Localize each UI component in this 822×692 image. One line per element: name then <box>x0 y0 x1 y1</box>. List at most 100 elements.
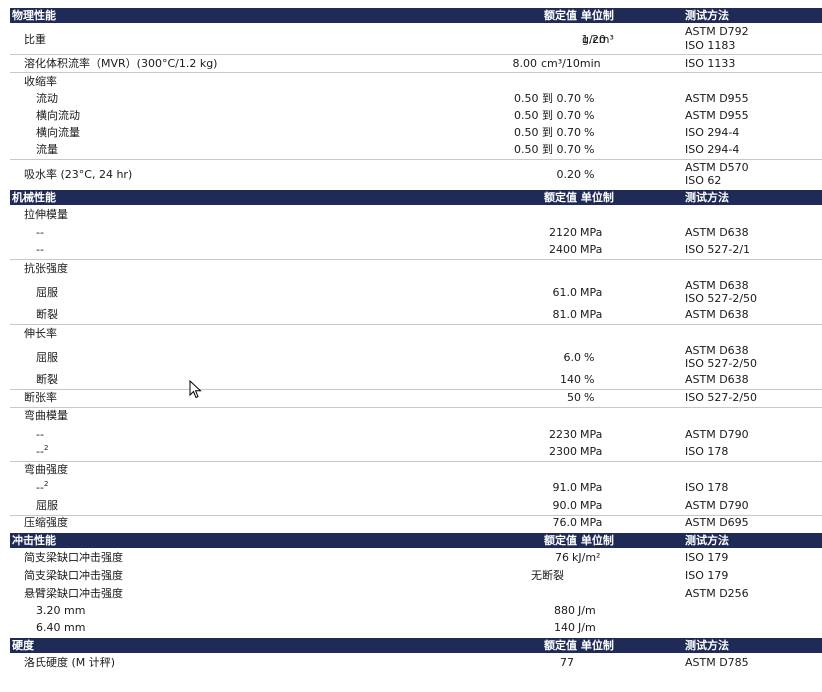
property-label: 吸水率 (23°C, 24 hr) <box>24 168 133 181</box>
property-label: 横向流量 <box>36 126 80 139</box>
column-header-value-unit: 额定值 单位制 <box>544 534 614 547</box>
property-row: 洛氏硬度 (M 计秤) 77 ASTM D785 <box>10 655 822 672</box>
property-value: 140 <box>554 621 575 634</box>
property-label: 洛氏硬度 (M 计秤) <box>24 656 116 669</box>
property-label: 拉伸模量 <box>24 208 68 221</box>
property-row: 简支梁缺口冲击强度 无断裂 ISO 179 <box>10 568 822 585</box>
property-value: 61.0 <box>552 286 578 299</box>
property-unit: % <box>584 391 595 404</box>
property-row: 屈服 6.0 % ASTM D638 ISO 527-2/50 <box>10 343 822 371</box>
property-unit: % <box>584 373 595 386</box>
property-row: 断裂 140 % ASTM D638 <box>10 372 822 390</box>
property-value: 8.00 <box>512 57 538 70</box>
column-header-value-unit: 额定值 单位制 <box>544 639 614 652</box>
column-header-method: 测试方法 <box>685 9 729 22</box>
property-label: 屈服 <box>36 499 58 512</box>
property-unit: % <box>584 126 595 139</box>
property-value: 0.50 到 0.70 <box>514 143 581 156</box>
test-method: ISO 527-2/1 <box>685 243 751 256</box>
property-label: -- <box>36 226 44 239</box>
property-row: -- 2400 MPa ISO 527-2/1 <box>10 242 822 260</box>
property-unit: MPa <box>580 308 603 321</box>
property-label: 比重 <box>24 33 46 46</box>
property-label: 收缩率 <box>24 75 57 88</box>
test-method: ISO 62 <box>685 174 722 187</box>
property-row: --2 2300 MPa ISO 178 <box>10 444 822 462</box>
property-value: 140 <box>560 373 581 386</box>
property-label: 断张率 <box>24 391 57 404</box>
property-value: 0.50 到 0.70 <box>514 126 581 139</box>
section-header-mechanical: 机械性能 额定值 单位制 测试方法 <box>10 190 822 205</box>
property-label: 弯曲强度 <box>24 463 68 476</box>
property-row: -- 2120 MPa ASTM D638 <box>10 225 822 242</box>
test-method: ISO 527-2/50 <box>685 292 758 305</box>
column-header-method: 测试方法 <box>685 191 729 204</box>
property-label: 流量 <box>36 143 58 156</box>
property-value: 90.0 <box>552 499 578 512</box>
property-label: 6.40 mm <box>36 621 86 634</box>
section-header-hardness: 硬度 额定值 单位制 测试方法 <box>10 638 822 653</box>
test-method: ISO 1133 <box>685 57 736 70</box>
property-row: 比重 1.20 g/cm³ ASTM D792 ISO 1183 <box>10 24 822 55</box>
property-label: 3.20 mm <box>36 604 86 617</box>
property-label: 屈服 <box>36 286 58 299</box>
property-unit: MPa <box>580 243 603 256</box>
property-value: 2400 <box>549 243 577 256</box>
test-method: ISO 179 <box>685 551 729 564</box>
property-value: 76.0 <box>552 516 578 529</box>
section-title: 机械性能 <box>12 191 56 204</box>
property-unit: J/m <box>578 621 596 634</box>
property-label: 压缩强度 <box>24 516 68 529</box>
property-value: 2300 <box>549 445 577 458</box>
property-unit: % <box>584 168 595 181</box>
section-title: 冲击性能 <box>12 534 56 547</box>
property-row: 收缩率 <box>10 73 822 90</box>
property-row: -- 2230 MPa ASTM D790 <box>10 427 822 444</box>
property-value: 2120 <box>549 226 577 239</box>
property-row: 6.40 mm 140 J/m <box>10 620 822 637</box>
property-row: 抗张强度 <box>10 261 822 278</box>
property-label: 伸长率 <box>24 327 57 340</box>
property-row: 悬臂梁缺口冲击强度 ASTM D256 <box>10 586 822 603</box>
property-value: 无断裂 <box>531 569 564 582</box>
property-row: 简支梁缺口冲击强度 76 kJ/m² ISO 179 <box>10 550 822 567</box>
property-unit: MPa <box>580 445 603 458</box>
test-method: ASTM D792 <box>685 25 749 38</box>
test-method: ASTM D638 <box>685 226 749 239</box>
property-row: 溶化体积流率（MVR）(300°C/1.2 kg) 8.00 cm³/10min… <box>10 55 822 73</box>
property-row: 横向流量 0.50 到 0.70 % ISO 294-4 <box>10 125 822 142</box>
property-label: 断裂 <box>36 308 58 321</box>
property-label: -- <box>36 243 44 256</box>
property-label: 溶化体积流率（MVR）(300°C/1.2 kg) <box>24 57 218 70</box>
property-row: 吸水率 (23°C, 24 hr) 0.20 % ASTM D570 ISO 6… <box>10 160 822 188</box>
property-label: 弯曲模量 <box>24 409 68 422</box>
property-unit: MPa <box>580 481 603 494</box>
property-label: 简支梁缺口冲击强度 <box>24 551 123 564</box>
property-row: --2 91.0 MPa ISO 178 <box>10 480 822 497</box>
test-method: ASTM D790 <box>685 428 749 441</box>
test-method: ISO 527-2/50 <box>685 357 758 370</box>
property-unit: % <box>584 92 595 105</box>
property-row: 压缩强度 76.0 MPa ASTM D695 <box>10 515 822 532</box>
property-row: 断张率 50 % ISO 527-2/50 <box>10 390 822 408</box>
test-method: ASTM D256 <box>685 587 749 600</box>
property-unit: MPa <box>580 516 603 529</box>
property-row: 拉伸模量 <box>10 207 822 224</box>
property-unit: cm³/10min <box>541 57 601 70</box>
test-method: ISO 1183 <box>685 39 736 52</box>
property-unit: MPa <box>580 286 603 299</box>
column-header-value-unit: 额定值 单位制 <box>544 191 614 204</box>
property-unit: % <box>584 109 595 122</box>
test-method: ASTM D955 <box>685 92 749 105</box>
test-method: ASTM D695 <box>685 516 749 529</box>
property-value: 0.50 到 0.70 <box>514 92 581 105</box>
section-title: 硬度 <box>12 639 34 652</box>
property-row: 伸长率 <box>10 326 822 343</box>
property-row: 流量 0.50 到 0.70 % ISO 294-4 <box>10 142 822 160</box>
property-value: 77 <box>560 656 574 669</box>
property-value: 0.20 <box>556 168 582 181</box>
property-unit: MPa <box>580 226 603 239</box>
property-value: 76 <box>555 551 569 564</box>
property-label: -- <box>36 428 44 441</box>
test-method: ASTM D638 <box>685 308 749 321</box>
